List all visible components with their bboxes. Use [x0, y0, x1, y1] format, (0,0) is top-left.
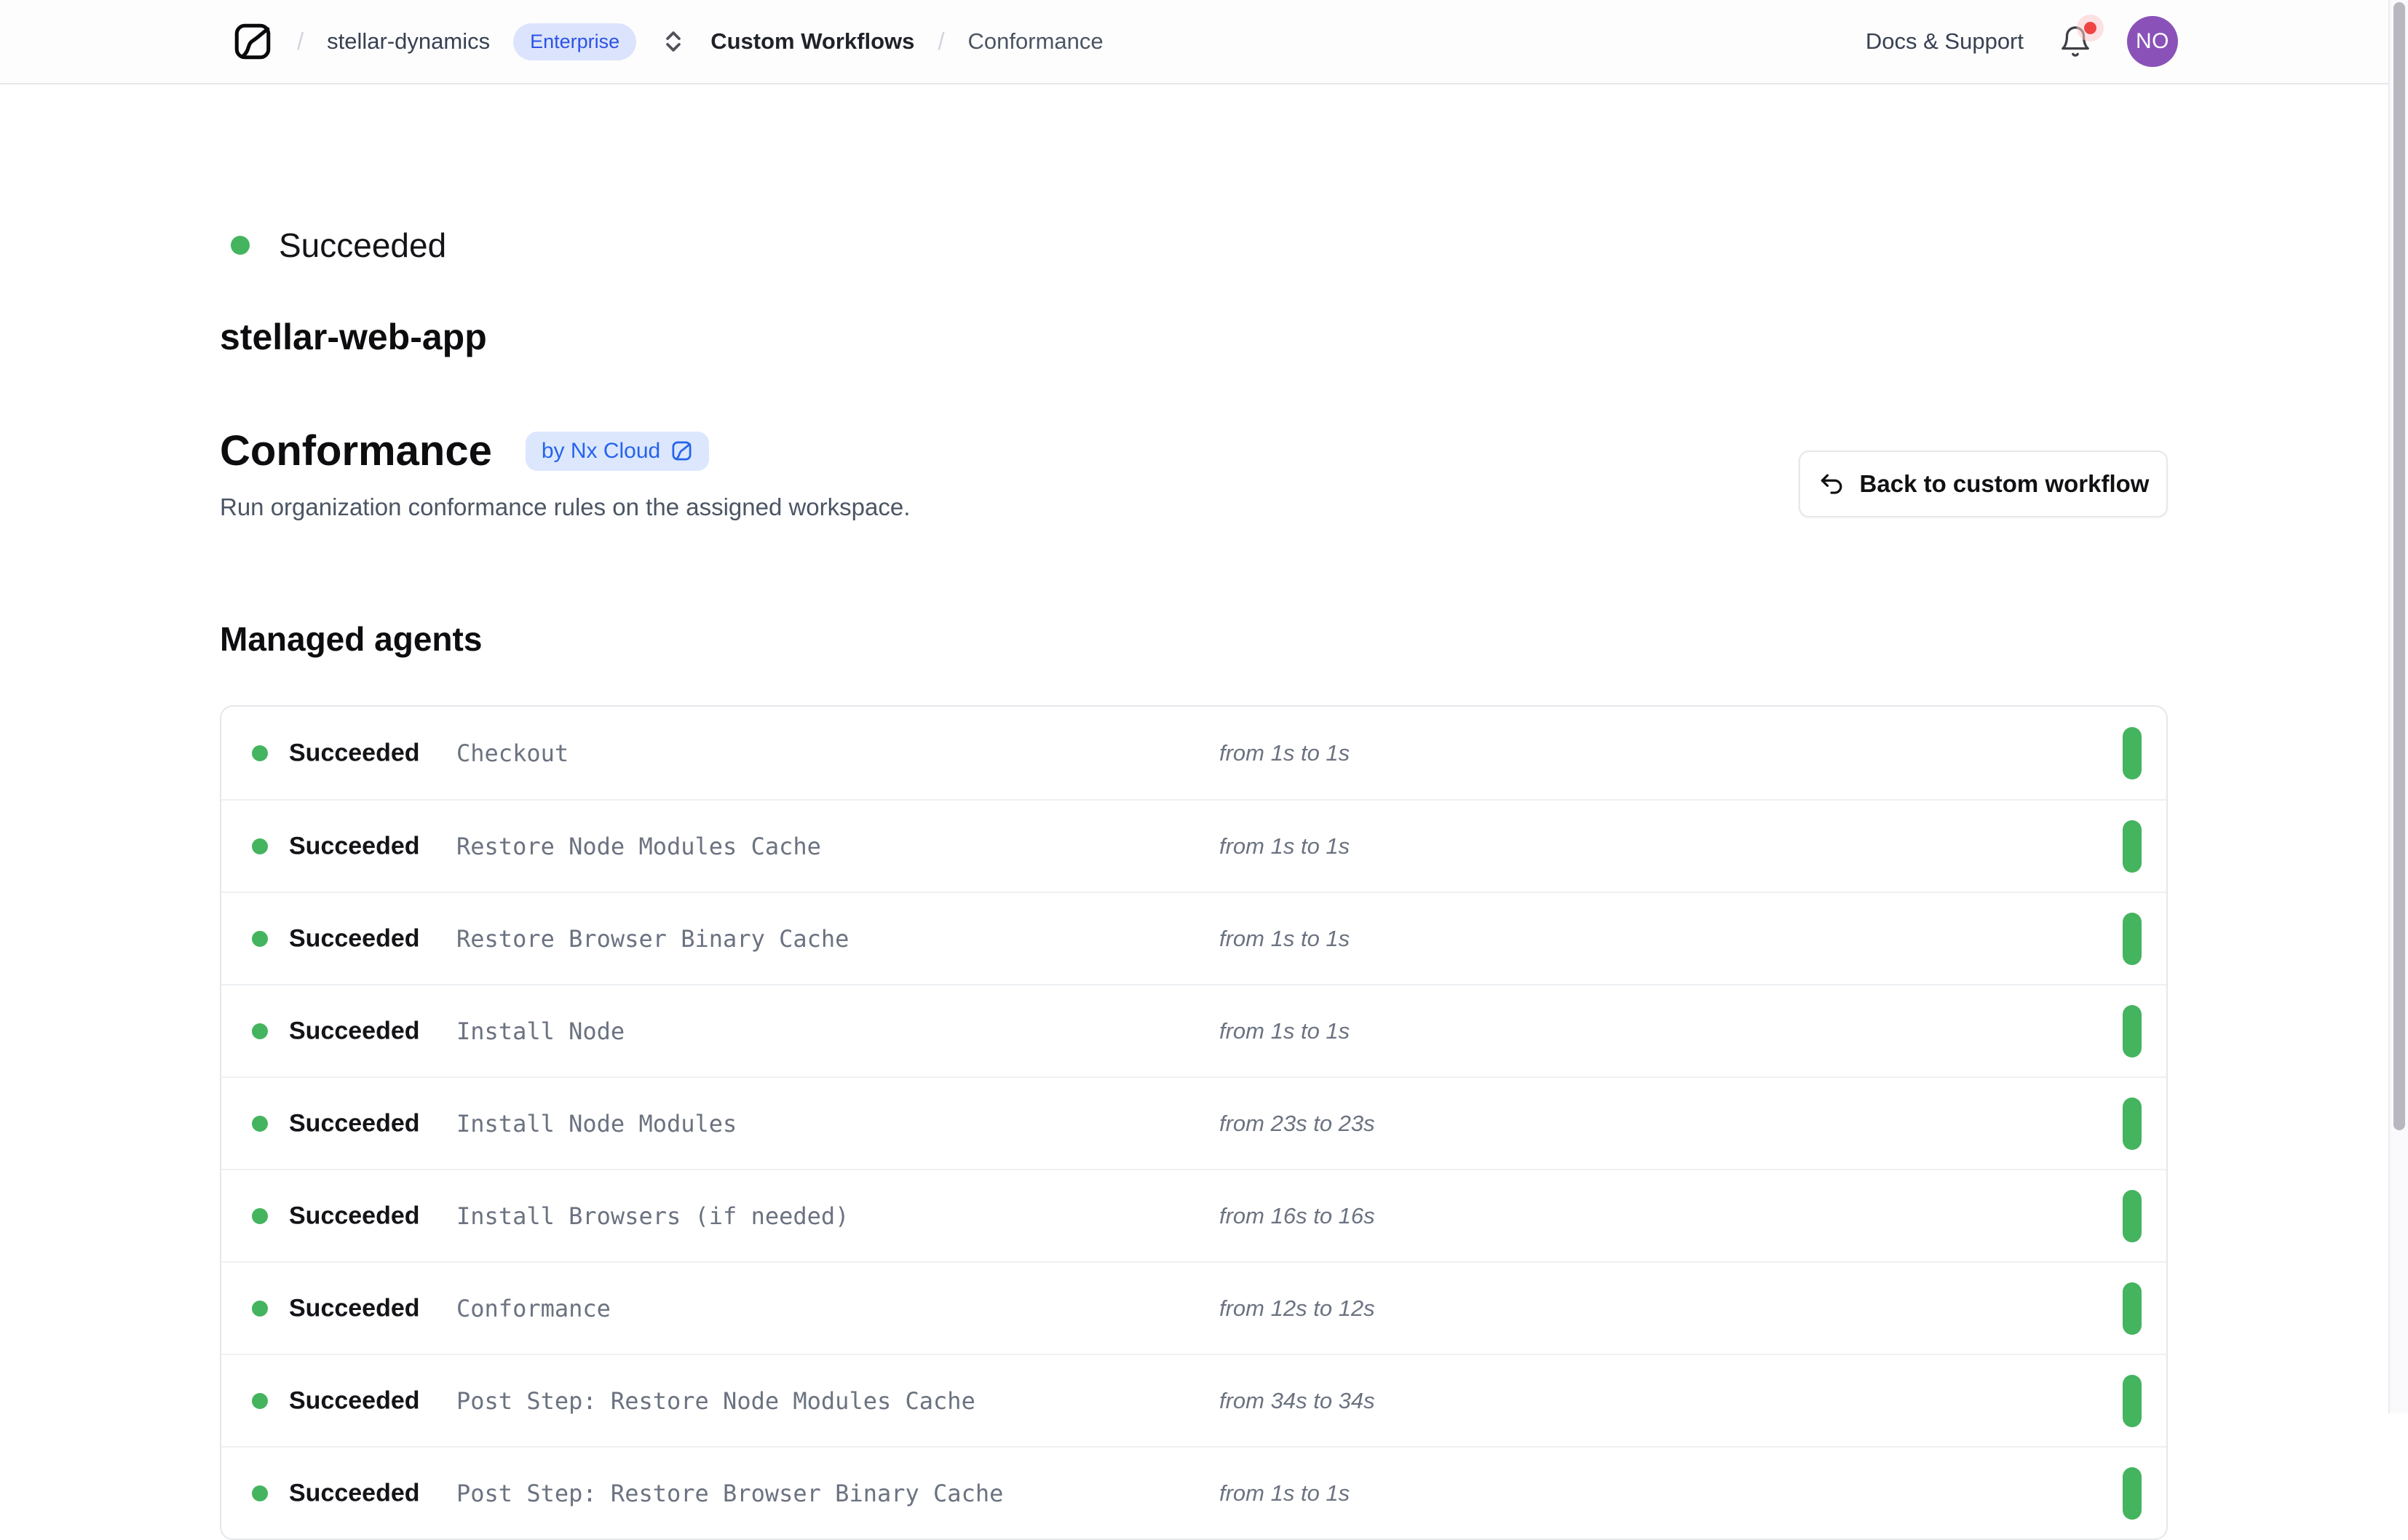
row-time-range: from 34s to 34s [1219, 1388, 1375, 1414]
status-dot-icon [252, 1023, 268, 1039]
notification-badge [2084, 22, 2096, 34]
row-task-name: Conformance [456, 1295, 611, 1322]
agent-task-row[interactable]: Succeeded Restore Node Modules Cache fro… [221, 799, 2166, 892]
enterprise-badge[interactable]: Enterprise [513, 23, 636, 60]
task-duration-bar [2123, 1282, 2142, 1335]
row-task-name: Post Step: Restore Browser Binary Cache [456, 1480, 1003, 1507]
nx-logo-icon [670, 440, 693, 462]
row-status-label: Succeeded [289, 1017, 420, 1045]
breadcrumb-separator: / [297, 28, 304, 55]
status-dot-icon [231, 236, 250, 255]
row-status-label: Succeeded [289, 1386, 420, 1415]
breadcrumb-current-page: Conformance [968, 28, 1104, 55]
nx-logo-icon[interactable] [231, 20, 274, 63]
row-status-label: Succeeded [289, 1202, 420, 1230]
row-status-label: Succeeded [289, 924, 420, 953]
page-content: Succeeded stellar-web-app Conformance by… [0, 84, 2388, 1413]
row-status-label: Succeeded [289, 832, 420, 860]
scrollbar-thumb[interactable] [2393, 2, 2405, 1130]
agent-task-row[interactable]: Succeeded Conformance from 12s to 12s [221, 1261, 2166, 1354]
agent-task-row[interactable]: Succeeded Restore Browser Binary Cache f… [221, 892, 2166, 984]
row-task-name: Restore Browser Binary Cache [456, 925, 849, 953]
row-time-range: from 1s to 1s [1219, 1018, 1350, 1044]
row-task-name: Install Node [456, 1017, 625, 1045]
row-time-range: from 1s to 1s [1219, 833, 1350, 860]
by-nx-cloud-label: by Nx Cloud [542, 439, 660, 464]
status-dot-icon [252, 1393, 268, 1409]
avatar[interactable]: NO [2127, 16, 2178, 67]
header-actions: Docs & Support NO [1866, 16, 2178, 67]
status-dot-icon [252, 1208, 268, 1224]
by-nx-cloud-badge[interactable]: by Nx Cloud [526, 432, 709, 471]
workflow-header: Conformance by Nx Cloud [220, 426, 709, 475]
row-time-range: from 1s to 1s [1219, 926, 1350, 952]
task-duration-bar [2123, 727, 2142, 779]
row-task-name: Checkout [456, 739, 569, 767]
row-time-range: from 1s to 1s [1219, 740, 1350, 766]
task-duration-bar [2123, 1190, 2142, 1242]
status-dot-icon [252, 1116, 268, 1132]
run-status: Succeeded [231, 226, 446, 265]
row-task-name: Post Step: Restore Node Modules Cache [456, 1387, 975, 1415]
status-dot-icon [252, 745, 268, 761]
undo-arrow-icon [1818, 470, 1845, 498]
managed-agents-list: Succeeded Checkout from 1s to 1s Succeed… [220, 705, 2168, 1540]
back-button-label: Back to custom workflow [1860, 470, 2150, 498]
notifications-bell-icon[interactable] [2059, 23, 2092, 60]
task-duration-bar [2123, 1005, 2142, 1057]
task-duration-bar [2123, 1467, 2142, 1520]
workflow-description: Run organization conformance rules on th… [220, 493, 910, 521]
status-dot-icon [252, 1301, 268, 1317]
status-dot-icon [252, 838, 268, 854]
row-task-name: Restore Node Modules Cache [456, 833, 821, 860]
task-duration-bar [2123, 913, 2142, 965]
task-duration-bar [2123, 1098, 2142, 1150]
row-status-label: Succeeded [289, 739, 420, 767]
top-nav: / stellar-dynamics Enterprise Custom Wor… [0, 0, 2388, 84]
row-status-label: Succeeded [289, 1109, 420, 1138]
row-time-range: from 1s to 1s [1219, 1480, 1350, 1507]
agent-task-row[interactable]: Succeeded Install Node Modules from 23s … [221, 1076, 2166, 1169]
agent-task-row[interactable]: Succeeded Checkout from 1s to 1s [221, 707, 2166, 799]
row-time-range: from 12s to 12s [1219, 1295, 1375, 1322]
agent-task-row[interactable]: Succeeded Install Node from 1s to 1s [221, 984, 2166, 1076]
workspace-title: stellar-web-app [220, 316, 487, 358]
docs-support-link[interactable]: Docs & Support [1866, 28, 2024, 55]
agent-task-row[interactable]: Succeeded Install Browsers (if needed) f… [221, 1169, 2166, 1261]
status-dot-icon [252, 1485, 268, 1501]
row-time-range: from 23s to 23s [1219, 1111, 1375, 1137]
chevrons-up-down-icon[interactable] [660, 28, 687, 55]
scrollbar-track [2388, 0, 2408, 1413]
task-duration-bar [2123, 1375, 2142, 1427]
row-task-name: Install Node Modules [456, 1110, 737, 1138]
run-status-label: Succeeded [279, 226, 446, 265]
row-status-label: Succeeded [289, 1294, 420, 1322]
breadcrumb-separator: / [938, 28, 944, 55]
breadcrumb: / stellar-dynamics Enterprise Custom Wor… [231, 20, 1104, 63]
row-status-label: Succeeded [289, 1479, 420, 1507]
breadcrumb-org[interactable]: stellar-dynamics [327, 28, 490, 55]
row-time-range: from 16s to 16s [1219, 1203, 1375, 1229]
row-task-name: Install Browsers (if needed) [456, 1202, 849, 1230]
agent-task-row[interactable]: Succeeded Post Step: Restore Browser Bin… [221, 1446, 2166, 1539]
status-dot-icon [252, 931, 268, 947]
back-to-custom-workflow-button[interactable]: Back to custom workflow [1799, 451, 2168, 517]
breadcrumb-custom-workflows[interactable]: Custom Workflows [710, 28, 914, 55]
task-duration-bar [2123, 820, 2142, 873]
agent-task-row[interactable]: Succeeded Post Step: Restore Node Module… [221, 1354, 2166, 1446]
managed-agents-title: Managed agents [220, 619, 482, 659]
workflow-title: Conformance [220, 426, 492, 475]
